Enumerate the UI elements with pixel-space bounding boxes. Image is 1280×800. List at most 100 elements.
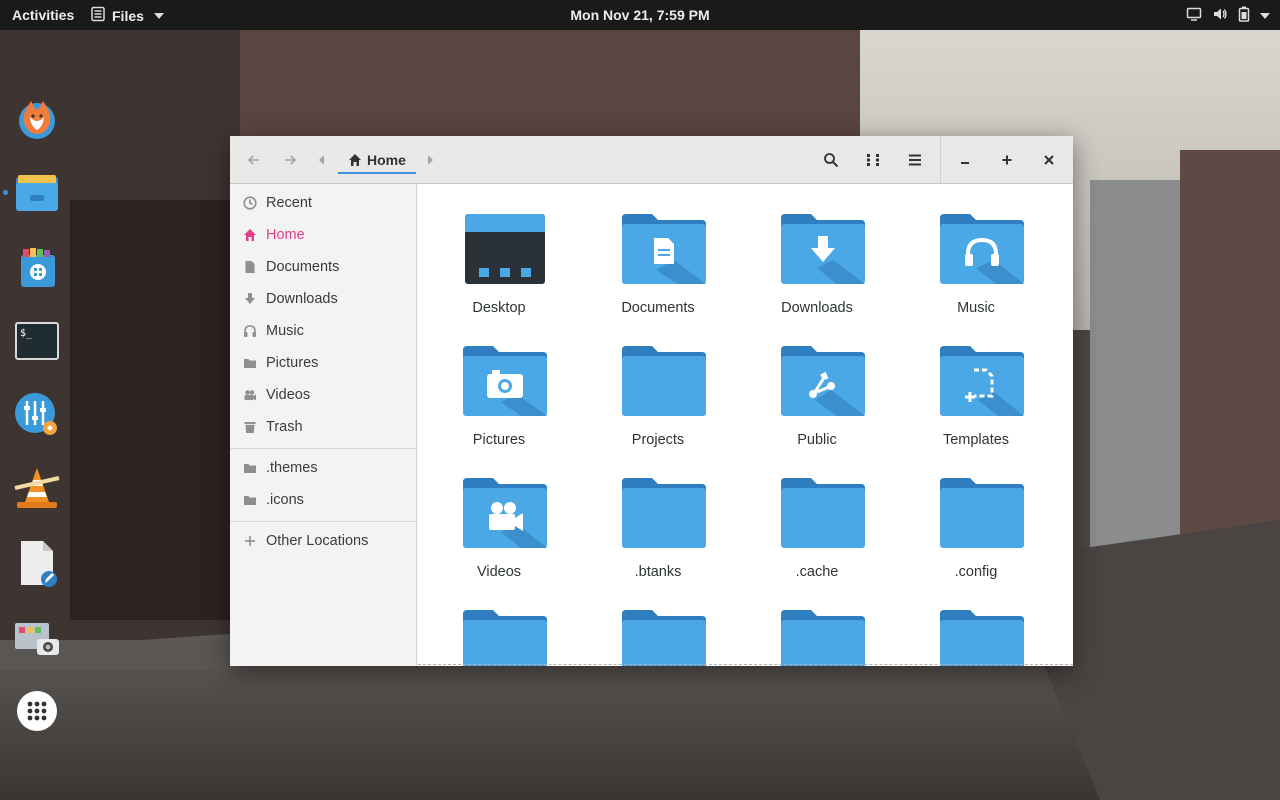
file-item-templates[interactable]: Templates bbox=[916, 346, 1036, 466]
dock-item-mixer[interactable] bbox=[12, 390, 62, 440]
trash-icon bbox=[243, 420, 257, 434]
triangle-right-icon bbox=[428, 155, 433, 165]
volume-icon bbox=[1212, 6, 1228, 25]
file-item[interactable] bbox=[439, 610, 559, 666]
arrow-right-icon bbox=[285, 155, 297, 165]
sidebar-item-videos[interactable]: Videos bbox=[230, 379, 417, 411]
file-item-pictures[interactable]: Pictures bbox=[439, 346, 559, 466]
clock-icon bbox=[243, 196, 257, 210]
path-bar-label: Home bbox=[367, 152, 406, 168]
sidebar-item-other-locations[interactable]: Other Locations bbox=[230, 525, 417, 557]
minimize-button[interactable] bbox=[951, 146, 979, 174]
header-separator bbox=[940, 136, 941, 184]
home-icon bbox=[349, 154, 361, 166]
dock-item-software[interactable] bbox=[12, 242, 62, 292]
sidebar-item-documents[interactable]: Documents bbox=[230, 251, 417, 283]
sidebar-item-label: Other Locations bbox=[266, 533, 369, 549]
close-icon bbox=[1044, 155, 1054, 165]
file-icon-view[interactable]: Desktop Documents Downloads Music Pictur… bbox=[418, 184, 1073, 666]
folder-icon bbox=[622, 478, 706, 548]
path-scroll-left-button[interactable] bbox=[312, 146, 332, 174]
folder-icon bbox=[463, 610, 547, 666]
view-toggle-button[interactable] bbox=[859, 146, 887, 174]
desktop-folder-icon bbox=[465, 214, 545, 284]
file-item[interactable] bbox=[757, 610, 877, 666]
sidebar-item-pictures[interactable]: Pictures bbox=[230, 347, 417, 379]
sidebar-item-home[interactable]: Home bbox=[230, 219, 417, 251]
triangle-left-icon bbox=[319, 155, 324, 165]
file-item[interactable] bbox=[598, 610, 718, 666]
videos-icon bbox=[243, 388, 257, 402]
file-item-downloads[interactable]: Downloads bbox=[757, 214, 877, 334]
path-bar-home[interactable]: Home bbox=[338, 148, 416, 174]
sidebar-divider bbox=[230, 521, 417, 522]
show-applications-icon bbox=[17, 691, 57, 731]
videos-folder-icon bbox=[463, 478, 547, 548]
file-item-label: Documents bbox=[621, 300, 695, 316]
system-tray[interactable] bbox=[1186, 6, 1270, 25]
sidebar-item-recent[interactable]: Recent bbox=[230, 187, 417, 219]
text-editor-icon bbox=[21, 541, 57, 587]
file-item-videos[interactable]: Videos bbox=[439, 478, 559, 598]
file-item-label: Templates bbox=[942, 432, 1010, 448]
file-item[interactable] bbox=[916, 610, 1036, 666]
file-item-cache[interactable]: .cache bbox=[757, 478, 877, 598]
file-item-config[interactable]: .config bbox=[916, 478, 1036, 598]
file-item-btanks[interactable]: .btanks bbox=[598, 478, 718, 598]
dock-item-text-editor[interactable] bbox=[12, 538, 62, 588]
file-item-label: .btanks bbox=[634, 564, 682, 580]
power-menu-caret-icon bbox=[1260, 12, 1270, 19]
dock-item-files[interactable] bbox=[3, 168, 62, 218]
dock-item-screenshot[interactable] bbox=[12, 614, 62, 664]
file-item-label: Projects bbox=[631, 432, 685, 448]
dock-item-vlc[interactable] bbox=[12, 464, 62, 514]
downloads-folder-icon bbox=[781, 214, 865, 284]
vlc-icon bbox=[14, 468, 60, 508]
close-button[interactable] bbox=[1035, 146, 1063, 174]
svg-text:$_: $_ bbox=[20, 328, 33, 339]
screen-icon bbox=[1186, 6, 1202, 25]
sidebar-item-label: Videos bbox=[266, 387, 311, 403]
file-item-public[interactable]: Public bbox=[757, 346, 877, 466]
back-button[interactable] bbox=[240, 146, 268, 174]
sidebar-item-downloads[interactable]: Downloads bbox=[230, 283, 417, 315]
forward-button[interactable] bbox=[276, 146, 304, 174]
search-icon bbox=[824, 153, 839, 168]
clock[interactable]: Mon Nov 21, 7:59 PM bbox=[0, 7, 1280, 23]
arrow-left-icon bbox=[247, 155, 259, 165]
sidebar-item-themes[interactable]: .themes bbox=[230, 452, 417, 484]
maximize-button[interactable] bbox=[993, 146, 1021, 174]
plus-icon bbox=[243, 534, 257, 548]
sidebar-item-label: Trash bbox=[266, 419, 303, 435]
battery-icon bbox=[1238, 6, 1250, 25]
files-window: Home Recent Home Documents Downloads Mus… bbox=[230, 136, 1073, 666]
dock-item-show-applications[interactable] bbox=[12, 686, 62, 736]
folder-icon bbox=[781, 478, 865, 548]
document-icon bbox=[243, 260, 257, 274]
dock-item-terminal[interactable]: $_ bbox=[12, 316, 62, 366]
file-item-label: .cache bbox=[795, 564, 839, 580]
path-scroll-right-button[interactable] bbox=[420, 146, 440, 174]
file-item-documents[interactable]: Documents bbox=[598, 214, 718, 334]
file-item-label: Music bbox=[957, 300, 995, 316]
sidebar-item-label: Pictures bbox=[266, 355, 319, 371]
file-item-music[interactable]: Music bbox=[916, 214, 1036, 334]
folder-icon bbox=[622, 346, 706, 416]
folder-icon bbox=[243, 461, 257, 475]
sidebar-item-music[interactable]: Music bbox=[230, 315, 417, 347]
menu-button[interactable] bbox=[901, 146, 929, 174]
templates-folder-icon bbox=[940, 346, 1024, 416]
sidebar-item-icons[interactable]: .icons bbox=[230, 484, 417, 516]
header-bar: Home bbox=[230, 136, 1073, 184]
search-button[interactable] bbox=[817, 146, 845, 174]
dock-item-firefox[interactable] bbox=[12, 94, 62, 144]
sidebar-item-trash[interactable]: Trash bbox=[230, 411, 417, 443]
grid-view-icon bbox=[867, 154, 879, 166]
file-item-projects[interactable]: Projects bbox=[598, 346, 718, 466]
download-icon bbox=[243, 292, 257, 306]
folder-icon bbox=[940, 478, 1024, 548]
file-item-desktop[interactable]: Desktop bbox=[439, 214, 559, 334]
headphones-icon bbox=[243, 324, 257, 338]
file-item-label: Pictures bbox=[472, 432, 526, 448]
folder-icon bbox=[243, 493, 257, 507]
